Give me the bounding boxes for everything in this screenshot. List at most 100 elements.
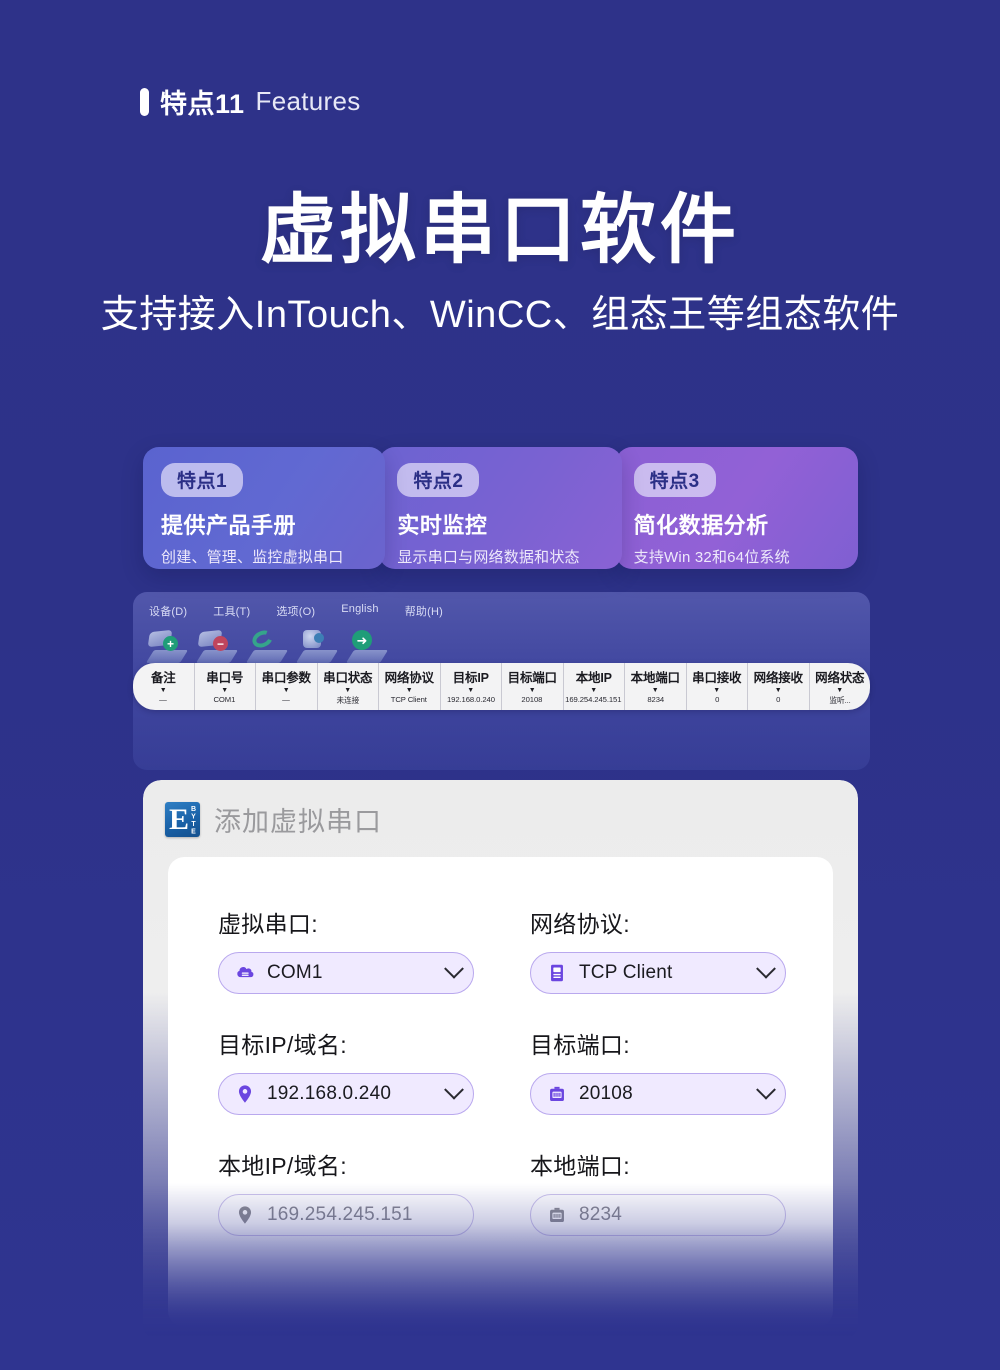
column-value: — xyxy=(282,695,291,704)
eyebrow-bar-icon xyxy=(140,87,149,116)
field-label: 虚拟串口: xyxy=(218,911,318,937)
chevron-down-icon: ▼ xyxy=(590,687,598,694)
chevron-down-icon: ▼ xyxy=(467,687,475,694)
menu-item-english[interactable]: English xyxy=(341,603,378,619)
field-value: 20108 xyxy=(579,1083,633,1104)
toolbar-plate-icon xyxy=(345,650,389,663)
page-subtitle: 支持接入InTouch、WinCC、组态王等组态软件 xyxy=(100,294,900,336)
chevron-down-icon: ▼ xyxy=(159,687,167,694)
ebyte-logo-icon: E BYTE xyxy=(165,802,200,837)
chevron-down-icon[interactable] xyxy=(756,1079,776,1100)
toolbar-plate-icon xyxy=(295,650,339,663)
menu-item-tools[interactable]: 工具(T) xyxy=(213,603,250,619)
location-pin-icon xyxy=(238,1206,252,1224)
field-virtual-serial-port: 虚拟串口: COM1 xyxy=(218,905,530,994)
dialog-title: 添加虚拟串口 xyxy=(214,807,382,837)
gear-icon xyxy=(299,629,329,651)
field-value: 8234 xyxy=(579,1204,623,1225)
table-column-serial-rx[interactable]: 串口接收 ▼ 0 xyxy=(687,663,748,710)
feature-card-title: 提供产品手册 xyxy=(161,513,297,538)
column-header: 本地IP xyxy=(575,671,612,685)
toolbar-add-button[interactable]: + xyxy=(143,625,191,667)
feature-card-badge: 特点3 xyxy=(633,463,716,497)
add-virtual-serial-port-dialog: E BYTE 添加虚拟串口 虚拟串口: COM1 网络协议: TCP Clien… xyxy=(143,780,858,1340)
chevron-down-icon: ▼ xyxy=(651,687,659,694)
table-column-port-number[interactable]: 串口号 ▼ COM1 xyxy=(195,663,256,710)
field-value: 192.168.0.240 xyxy=(267,1083,392,1104)
table-column-protocol[interactable]: 网络协议 ▼ TCP Client xyxy=(379,663,441,710)
field-value: TCP Client xyxy=(579,962,673,983)
target-ip-input[interactable]: 192.168.0.240 xyxy=(218,1073,474,1115)
column-header: 串口接收 xyxy=(692,671,742,685)
column-header: 串口参数 xyxy=(261,671,311,685)
column-value: 0 xyxy=(714,695,719,704)
network-protocol-select[interactable]: TCP Client xyxy=(530,952,786,994)
toolbar-plate-icon xyxy=(195,650,239,663)
column-value: TCP Client xyxy=(391,695,428,704)
column-value: 8234 xyxy=(646,695,664,704)
table-column-port-params[interactable]: 串口参数 ▼ — xyxy=(256,663,318,710)
column-header: 串口状态 xyxy=(323,671,373,685)
field-value: 169.254.245.151 xyxy=(267,1204,413,1225)
toolbar-settings-button[interactable] xyxy=(293,625,341,667)
menu-item-help[interactable]: 帮助(H) xyxy=(405,603,443,619)
target-port-input[interactable]: 20108 xyxy=(530,1073,786,1115)
column-header: 网络状态 xyxy=(815,671,865,685)
column-header: 目标IP xyxy=(452,671,489,685)
column-header: 串口号 xyxy=(206,671,244,685)
field-target-port: 目标端口: 20108 xyxy=(530,1026,842,1115)
remove-device-icon: − xyxy=(197,629,229,651)
table-column-target-ip[interactable]: 目标IP ▼ 192.168.0.240 xyxy=(441,663,502,710)
table-column-local-port[interactable]: 本地端口 ▼ 8234 xyxy=(625,663,687,710)
table-column-network-status[interactable]: 网络状态 ▼ 监听... xyxy=(810,663,871,710)
menu-item-options[interactable]: 选项(O) xyxy=(276,603,315,619)
chevron-down-icon: ▼ xyxy=(405,687,413,694)
chevron-down-icon: ▼ xyxy=(774,687,782,694)
field-label: 目标端口: xyxy=(530,1032,630,1058)
field-local-ip: 本地IP/域名: 169.254.245.151 xyxy=(218,1147,530,1236)
settings-form: 虚拟串口: COM1 网络协议: TCP Client 目标IP/域名: 192… xyxy=(168,857,833,1236)
table-column-target-port[interactable]: 目标端口 ▼ 20108 xyxy=(502,663,564,710)
feature-card-desc: 显示串口与网络数据和状态 xyxy=(397,549,580,566)
local-ip-input[interactable]: 169.254.245.151 xyxy=(218,1194,474,1236)
column-value: 未连接 xyxy=(336,696,360,705)
device-table: 备注 ▼ — 串口号 ▼ COM1 串口参数 ▼ — 串口状态 ▼ 未连接 网络… xyxy=(133,663,870,710)
ebyte-logo-word: BYTE xyxy=(190,806,197,836)
eyebrow-label-en: Features xyxy=(255,86,361,116)
menu-item-device[interactable]: 设备(D) xyxy=(149,603,187,619)
chevron-down-icon[interactable] xyxy=(444,958,464,979)
toolbar-remove-button[interactable]: − xyxy=(193,625,241,667)
eyebrow: 特点11 Features xyxy=(140,82,361,121)
chevron-down-icon: ▼ xyxy=(528,687,536,694)
table-column-network-rx[interactable]: 网络接收 ▼ 0 xyxy=(748,663,810,710)
virtual-serial-port-select[interactable]: COM1 xyxy=(218,952,474,994)
field-label: 本地IP/域名: xyxy=(218,1153,347,1179)
column-header: 目标端口 xyxy=(507,671,557,685)
column-value: COM1 xyxy=(213,695,236,704)
toolbar-refresh-button[interactable] xyxy=(243,625,291,667)
local-port-input[interactable]: 8234 xyxy=(530,1194,786,1236)
feature-card-list: 特点1 提供产品手册 创建、管理、监控虚拟串口 特点2 实时监控 显示串口与网络… xyxy=(143,447,858,569)
feature-card-title: 实时监控 xyxy=(397,513,488,538)
chevron-down-icon[interactable] xyxy=(756,958,776,979)
app-menubar: 设备(D) 工具(T) 选项(O) English 帮助(H) xyxy=(133,592,870,619)
dialog-header: E BYTE 添加虚拟串口 xyxy=(143,780,858,839)
field-label: 本地端口: xyxy=(530,1153,630,1179)
feature-card-badge: 特点2 xyxy=(397,463,480,497)
protocol-icon xyxy=(551,964,563,982)
column-header: 网络接收 xyxy=(753,671,803,685)
chevron-down-icon: ▼ xyxy=(282,687,290,694)
dialog-body-panel: 虚拟串口: COM1 网络协议: TCP Client 目标IP/域名: 192… xyxy=(168,857,833,1327)
table-column-remark[interactable]: 备注 ▼ — xyxy=(133,663,195,710)
chevron-down-icon[interactable] xyxy=(444,1079,464,1100)
toolbar-start-button[interactable]: ➜ xyxy=(343,625,391,667)
field-value: COM1 xyxy=(267,962,323,983)
table-column-port-status[interactable]: 串口状态 ▼ 未连接 xyxy=(318,663,379,710)
page-title: 虚拟串口软件 xyxy=(260,188,740,273)
toolbar-plate-icon xyxy=(145,650,189,663)
column-header: 备注 xyxy=(150,671,176,685)
field-network-protocol: 网络协议: TCP Client xyxy=(530,905,842,994)
arrow-right-icon: ➜ xyxy=(349,629,379,651)
table-column-local-ip[interactable]: 本地IP ▼ 169.254.245.151 xyxy=(564,663,625,710)
chevron-down-icon: ▼ xyxy=(713,687,721,694)
